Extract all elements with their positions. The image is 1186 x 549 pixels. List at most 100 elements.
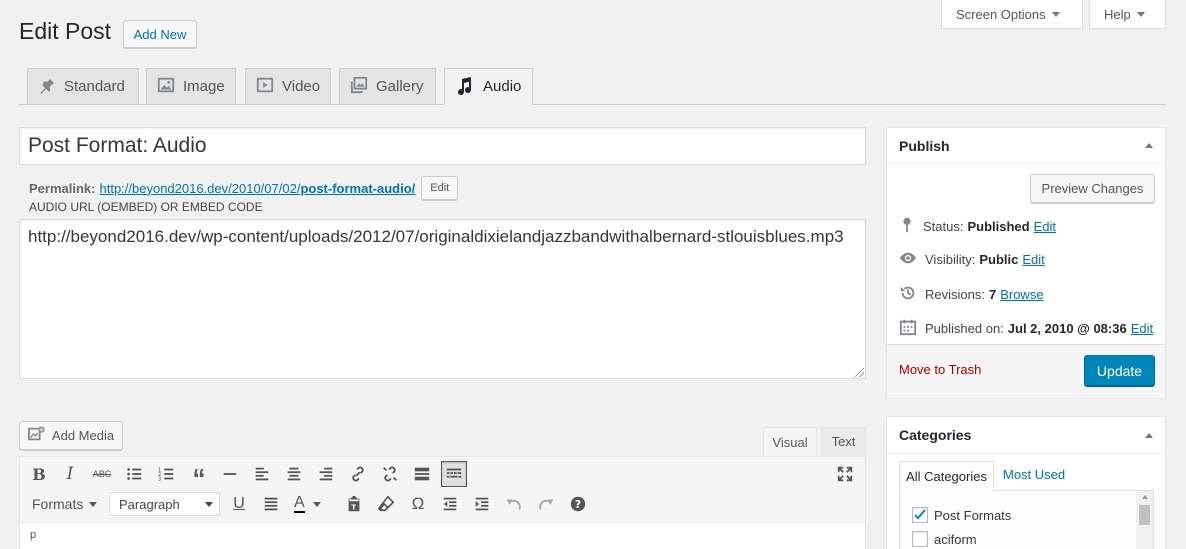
eye-icon: [899, 250, 917, 269]
unlink-icon[interactable]: [377, 461, 403, 487]
categories-title: Categories: [899, 427, 972, 443]
permalink-edit-button[interactable]: Edit: [421, 176, 459, 200]
chevron-down-icon: [1136, 11, 1145, 17]
fullscreen-icon[interactable]: [832, 461, 858, 487]
strikethrough-icon[interactable]: ABC: [89, 461, 115, 487]
tab-label: Gallery: [376, 78, 424, 95]
resize-handle-icon[interactable]: [855, 368, 864, 377]
visibility-value: Public: [979, 252, 1019, 267]
published-on-row: Published on: Jul 2, 2010 @ 08:36 Edit: [899, 318, 1153, 339]
status-row: Status: Published Edit: [899, 216, 1056, 237]
link-icon[interactable]: [345, 461, 371, 487]
revisions-row: Revisions: 7 Browse: [899, 284, 1044, 305]
horizontal-rule-icon[interactable]: [217, 461, 243, 487]
image-icon: [157, 76, 175, 98]
editor-content[interactable]: p: [20, 522, 865, 549]
paragraph-select[interactable]: Paragraph: [109, 492, 220, 516]
category-label: Post Formats: [934, 507, 1012, 523]
collapse-arrow-icon[interactable]: [1145, 432, 1153, 438]
add-media-label: Add Media: [51, 428, 115, 443]
status-edit-link[interactable]: Edit: [1034, 219, 1056, 234]
tab-label: Image: [183, 78, 225, 95]
collapse-arrow-icon[interactable]: [1145, 143, 1153, 148]
categories-box: Categories All Categories Most Used Post…: [886, 416, 1166, 549]
tab-audio[interactable]: Audio: [444, 68, 533, 105]
published-value: Jul 2, 2010 @ 08:36: [1007, 321, 1127, 336]
tab-all-categories[interactable]: All Categories: [899, 461, 994, 491]
calendar-icon: [899, 318, 917, 339]
preview-changes-button[interactable]: Preview Changes: [1030, 174, 1155, 203]
screen-options-tab[interactable]: Screen Options: [941, 0, 1083, 29]
paste-text-icon[interactable]: T: [341, 491, 367, 517]
italic-icon[interactable]: I: [57, 461, 83, 487]
chevron-down-icon: [89, 501, 98, 507]
published-label: Published on:: [925, 321, 1004, 336]
align-left-icon[interactable]: [249, 461, 275, 487]
add-media-button[interactable]: Add Media: [19, 421, 123, 450]
permalink-base: http://beyond2016.dev/2010/07/02/: [99, 180, 301, 196]
tab-gallery[interactable]: Gallery: [339, 68, 436, 105]
svg-text:?: ?: [575, 498, 581, 511]
align-right-icon[interactable]: [313, 461, 339, 487]
tab-label: Audio: [483, 78, 522, 95]
blockquote-icon[interactable]: “: [186, 461, 212, 491]
numbered-list-icon[interactable]: 123: [153, 461, 179, 487]
status-value: Published: [967, 219, 1030, 234]
checkbox[interactable]: [912, 531, 928, 547]
audio-url-textarea[interactable]: http://beyond2016.dev/wp-content/uploads…: [19, 219, 866, 379]
bold-icon[interactable]: B: [26, 461, 52, 487]
help-tab[interactable]: Help: [1089, 0, 1166, 29]
pin-icon: [38, 76, 56, 98]
post-title-input[interactable]: Post Format: Audio: [19, 127, 866, 165]
tab-text[interactable]: Text: [821, 427, 866, 456]
tab-visual[interactable]: Visual: [763, 427, 817, 457]
revisions-label: Revisions:: [925, 287, 985, 302]
clear-formatting-icon[interactable]: [373, 491, 399, 517]
tab-most-used[interactable]: Most Used: [1003, 467, 1065, 482]
permalink-link[interactable]: http://beyond2016.dev/2010/07/02/post-fo…: [99, 181, 415, 196]
category-scrollbar[interactable]: [1136, 491, 1153, 549]
special-character-icon[interactable]: Ω: [405, 491, 431, 517]
chevron-down-icon: [1051, 11, 1060, 17]
underline-icon[interactable]: U: [226, 491, 252, 517]
category-label: aciform: [934, 531, 977, 547]
category-item[interactable]: Post Formats: [912, 507, 1011, 523]
revisions-browse-link[interactable]: Browse: [1000, 287, 1043, 302]
categories-header[interactable]: Categories: [887, 417, 1165, 454]
svg-text:T: T: [351, 502, 356, 511]
text-color-icon[interactable]: A: [290, 491, 332, 517]
indent-icon[interactable]: [469, 491, 495, 517]
gallery-icon: [350, 76, 368, 98]
undo-icon[interactable]: [501, 491, 527, 517]
add-new-button[interactable]: Add New: [123, 20, 197, 48]
scroll-thumb[interactable]: [1139, 505, 1150, 525]
update-button[interactable]: Update: [1084, 355, 1155, 386]
help-icon[interactable]: ?: [565, 491, 591, 517]
published-edit-link[interactable]: Edit: [1131, 321, 1153, 336]
redo-icon[interactable]: [533, 491, 559, 517]
paragraph-label: Paragraph: [119, 496, 180, 512]
permalink-slug: post-format-audio/: [300, 180, 416, 196]
justify-icon[interactable]: [258, 491, 284, 517]
tab-video[interactable]: Video: [245, 68, 331, 105]
move-to-trash-link[interactable]: Move to Trash: [899, 362, 981, 377]
tab-standard[interactable]: Standard: [27, 68, 139, 105]
align-center-icon[interactable]: [281, 461, 307, 487]
checkbox[interactable]: [912, 507, 928, 523]
visibility-edit-link[interactable]: Edit: [1022, 252, 1044, 267]
pin-icon: [899, 216, 915, 237]
svg-text:3: 3: [158, 476, 161, 482]
toolbar-toggle-icon[interactable]: [441, 461, 467, 487]
help-label: Help: [1104, 6, 1131, 22]
scroll-up-arrow-icon[interactable]: [1141, 495, 1148, 499]
publish-header[interactable]: Publish: [887, 128, 1165, 164]
outdent-icon[interactable]: [437, 491, 463, 517]
formats-dropdown[interactable]: Formats: [26, 491, 103, 517]
screen-options-label: Screen Options: [956, 6, 1046, 22]
read-more-icon[interactable]: [409, 461, 435, 487]
bullet-list-icon[interactable]: [121, 461, 147, 487]
publish-title: Publish: [899, 137, 950, 154]
category-item[interactable]: aciform: [912, 531, 977, 547]
add-media-icon: [28, 426, 46, 445]
tab-image[interactable]: Image: [146, 68, 236, 105]
